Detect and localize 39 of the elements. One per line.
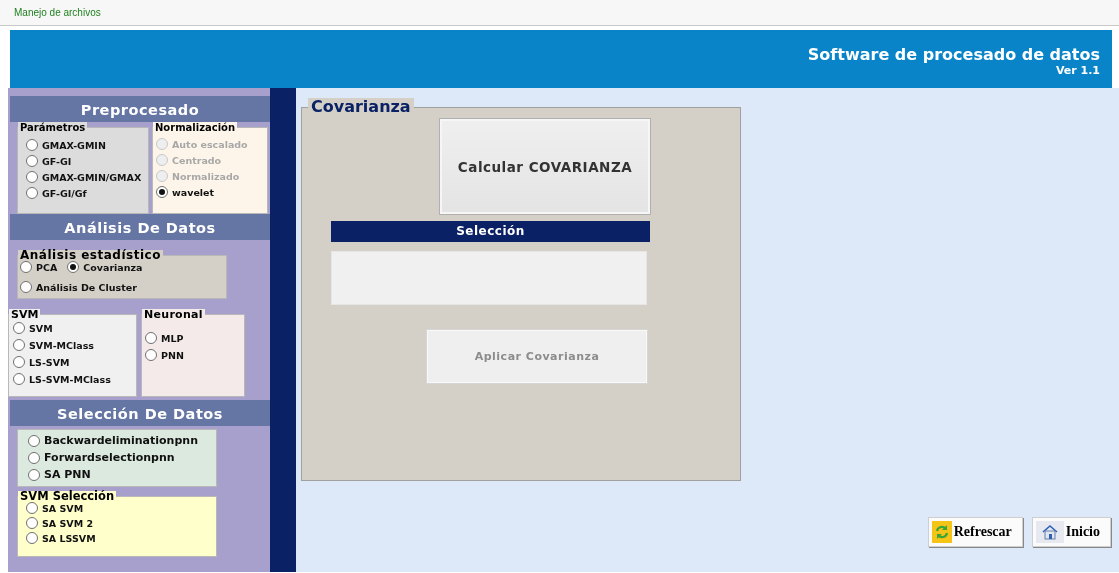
group-label: Normalización — [153, 122, 238, 133]
group-label: Análisis estadístico — [18, 250, 163, 261]
section-header: Análisis De Datos — [10, 214, 270, 240]
group-label: Parámetros — [18, 122, 88, 133]
radio-button[interactable]: SA LSSVM — [26, 532, 216, 544]
refresh-button[interactable]: Refrescar — [927, 517, 1023, 547]
radio-button[interactable]: SA PNN — [28, 468, 216, 481]
section-header: Selección De Datos — [10, 400, 270, 426]
radio-button[interactable]: LS-SVM — [13, 356, 136, 368]
group-label: SVM — [9, 309, 41, 320]
group-label: SVM Selección — [18, 491, 117, 502]
selection-list[interactable] — [331, 251, 647, 305]
radio-button[interactable]: Forwardselectionpnn — [28, 451, 216, 464]
home-button[interactable]: Inicio — [1031, 517, 1111, 547]
radio-button[interactable]: GF-GI/Gf — [26, 187, 148, 199]
radio-button[interactable]: LS-SVM-MClass — [13, 373, 136, 385]
menu-item[interactable]: Manejo de archivos — [14, 7, 101, 18]
radio-button[interactable]: wavelet — [156, 186, 267, 198]
selection-header: Selección — [331, 221, 650, 242]
radio-button[interactable]: Covarianza — [67, 261, 143, 273]
radio-button[interactable]: GMAX-GMIN/GMAX — [26, 171, 148, 183]
section-header: Preprocesado — [10, 96, 270, 122]
calculate-button[interactable]: Calcular COVARIANZA — [440, 119, 650, 214]
radio-button[interactable]: PNN — [145, 349, 244, 361]
radio-button[interactable]: MLP — [145, 332, 244, 344]
radio-button[interactable]: SVM — [13, 322, 136, 334]
group-label: Neuronal — [142, 309, 205, 320]
version-label: Ver 1.1 — [1055, 64, 1100, 77]
radio-button[interactable]: SVM-MClass — [13, 339, 136, 351]
radio-button[interactable]: Backwardeliminationpnn — [28, 434, 216, 447]
radio-button[interactable]: PCA — [20, 261, 58, 273]
radio-button[interactable]: Análisis De Cluster — [20, 281, 137, 293]
radio-button[interactable]: SA SVM — [26, 502, 216, 514]
radio-button[interactable]: GF-GI — [26, 155, 148, 167]
radio-button[interactable]: SA SVM 2 — [26, 517, 216, 529]
radio-button[interactable]: GMAX-GMIN — [26, 139, 148, 151]
app-title: Software de procesado de datos — [807, 46, 1100, 64]
refresh-icon — [931, 521, 952, 543]
house-icon — [1035, 521, 1064, 543]
